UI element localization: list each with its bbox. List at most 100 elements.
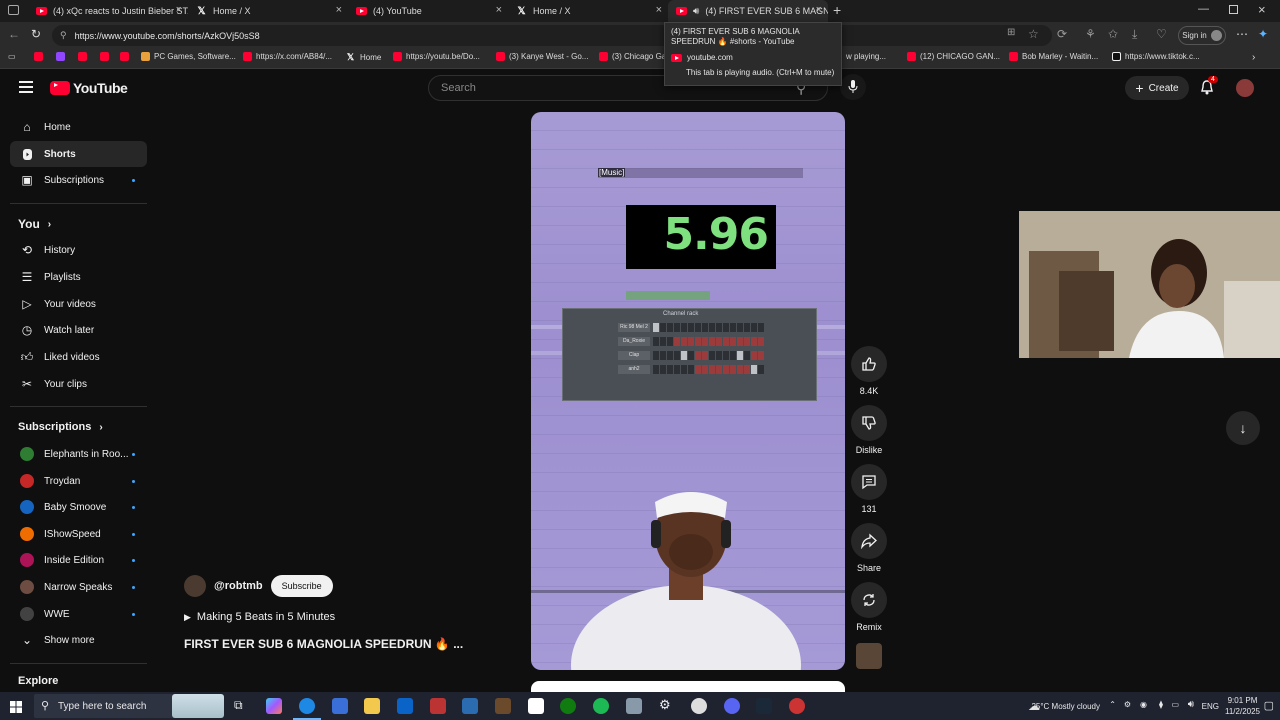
more-menu-icon[interactable]: ⋯ xyxy=(1236,27,1248,41)
bookmark-item[interactable]: https://x.com/AB84/... xyxy=(243,52,332,61)
windows-start-icon[interactable] xyxy=(10,700,22,718)
bookmark-youtube-3[interactable] xyxy=(100,52,109,61)
sidebar-item-shorts[interactable]: Shorts xyxy=(10,141,147,167)
sidebar-item-home[interactable]: ⌂ Home xyxy=(10,114,147,140)
app-icon-red[interactable] xyxy=(430,698,446,714)
playlist-link[interactable]: ▶ Making 5 Beats in 5 Minutes xyxy=(184,611,335,623)
xbox-icon[interactable] xyxy=(560,698,576,714)
store-icon[interactable] xyxy=(332,698,348,714)
heart-icon[interactable]: ♡ xyxy=(1156,27,1167,41)
volume-icon[interactable]: 🔊︎ xyxy=(1188,699,1194,710)
bookmark-item[interactable]: (12) CHICAGO GAN... xyxy=(907,52,1000,61)
notification-center-icon[interactable]: ▢ xyxy=(1264,699,1274,712)
favorites-icon[interactable]: ✩ xyxy=(1108,27,1118,41)
sidebar-item-your-clips[interactable]: ✂ Your clips xyxy=(10,371,147,397)
favorite-star-icon[interactable]: ☆ xyxy=(1028,27,1039,41)
browser-essentials-icon[interactable]: ⚘ xyxy=(1085,27,1096,41)
sidebar-sub-inside-edition[interactable]: Inside Edition xyxy=(10,547,147,573)
refresh-icon[interactable]: ↻ xyxy=(31,27,41,41)
sidebar-sub-wwe[interactable]: WWE xyxy=(10,601,147,627)
create-button[interactable]: + Create xyxy=(1125,76,1189,100)
bookmarks-menu-icon[interactable]: ▭ xyxy=(8,52,16,61)
browser-tab-3[interactable]: (4) YouTube × xyxy=(348,0,508,22)
youtube-logo[interactable]: YouTube xyxy=(50,80,128,96)
account-avatar[interactable] xyxy=(1236,79,1254,97)
sidebar-item-history[interactable]: ⟲ History xyxy=(10,237,147,263)
language-indicator[interactable]: ENG xyxy=(1202,702,1219,711)
close-tab-icon[interactable]: × xyxy=(656,4,662,16)
app-icon-blue[interactable] xyxy=(462,698,478,714)
url-field[interactable]: ⚲ https://www.youtube.com/shorts/AzkOVj5… xyxy=(52,25,1052,46)
outlook-icon[interactable] xyxy=(397,698,413,714)
sidebar-item-playlists[interactable]: ☰ Playlists xyxy=(10,264,147,290)
sidebar-sub-ishowspeed[interactable]: IShowSpeed xyxy=(10,521,147,547)
sidebar-show-more[interactable]: ⌄ Show more xyxy=(10,627,147,653)
hamburger-menu-icon[interactable] xyxy=(19,81,33,93)
tray-app-icon[interactable]: ◉ xyxy=(1140,700,1147,709)
app-icon-white[interactable] xyxy=(691,698,707,714)
browser-tab-4[interactable]: 𝕏 Home / X × xyxy=(508,0,668,22)
tray-app-icon[interactable]: ⚙ xyxy=(1124,700,1131,709)
voice-search-button[interactable] xyxy=(840,74,866,100)
bookmark-item[interactable]: (3) Chicago Ga xyxy=(599,52,666,61)
notifications-button[interactable]: 4 xyxy=(1200,76,1218,100)
app-icon-portrait[interactable] xyxy=(528,698,544,714)
tab-actions-icon[interactable] xyxy=(8,5,19,15)
obs-icon[interactable] xyxy=(789,698,805,714)
chevron-right-icon[interactable]: › xyxy=(1252,52,1255,63)
spotify-icon[interactable] xyxy=(593,698,609,714)
copilot-icon[interactable]: ✦ xyxy=(1258,27,1268,41)
app-available-icon[interactable]: ⊞ xyxy=(1007,27,1015,38)
window-close-icon[interactable]: × xyxy=(1258,2,1266,17)
bookmark-item[interactable]: (3) Kanye West - Go... xyxy=(496,52,588,61)
bookmark-youtube-2[interactable] xyxy=(78,52,87,61)
subscribe-button[interactable]: Subscribe xyxy=(270,575,333,597)
sidebar-sub-troydan[interactable]: Troydan xyxy=(10,468,147,494)
bookmark-youtube-4[interactable] xyxy=(120,52,129,61)
clock[interactable]: 9:01 PM 11/2/2025 xyxy=(1225,695,1260,717)
shorts-video-player[interactable]: [Music] 5.96 Channel rack Ric 98 Mel 2 D… xyxy=(531,112,845,670)
copilot-app-icon[interactable] xyxy=(266,698,282,714)
sign-in-button[interactable]: Sign in xyxy=(1178,26,1226,45)
sidebar-sub-elephants[interactable]: Elephants in Roo... xyxy=(10,441,147,467)
close-tab-icon[interactable]: × xyxy=(336,4,342,16)
next-short-button[interactable]: ↓ xyxy=(1226,411,1260,445)
bookmark-item[interactable]: https://youtu.be/Do... xyxy=(393,52,480,61)
minimize-icon[interactable]: — xyxy=(1198,3,1209,15)
weather-text[interactable]: 25°C Mostly cloudy xyxy=(1031,702,1100,711)
edge-browser-icon[interactable] xyxy=(299,698,315,714)
browser-tab-1[interactable]: (4) xQc reacts to Justin Bieber ST... × xyxy=(28,0,188,22)
channel-avatar[interactable] xyxy=(184,575,206,597)
sidebar-subscriptions-heading[interactable]: Subscriptions › xyxy=(18,421,103,433)
close-tab-icon[interactable]: × xyxy=(816,4,822,16)
new-tab-icon[interactable]: + xyxy=(833,2,841,18)
sidebar-item-subscriptions[interactable]: ▣ Subscriptions xyxy=(10,167,147,193)
bookmark-item[interactable]: 𝕏 Home xyxy=(345,52,381,63)
app-icon-game[interactable] xyxy=(495,698,511,714)
sidebar-item-your-videos[interactable]: ▷ Your videos xyxy=(10,291,147,317)
browser-tab-2[interactable]: 𝕏 Home / X × xyxy=(188,0,348,22)
downloads-icon[interactable]: ⤓ xyxy=(1132,27,1137,42)
close-tab-icon[interactable]: × xyxy=(176,4,182,16)
bookmark-item[interactable]: Bob Marley - Waitin... xyxy=(1009,52,1098,61)
sidebar-sub-baby-smoove[interactable]: Baby Smoove xyxy=(10,494,147,520)
settings-gear-icon[interactable]: ⚙ xyxy=(659,697,671,713)
sidebar-you-heading[interactable]: You › xyxy=(18,217,51,231)
sidebar-item-watch-later[interactable]: ◷ Watch later xyxy=(10,317,147,343)
extensions-icon[interactable]: ⟳ xyxy=(1057,27,1067,41)
bookmark-item[interactable]: PC Games, Software... xyxy=(141,52,236,61)
maximize-icon[interactable] xyxy=(1229,5,1238,14)
network-icon[interactable]: ▭ xyxy=(1171,700,1179,709)
bookmark-youtube-1[interactable] xyxy=(34,52,43,61)
sound-thumbnail[interactable] xyxy=(856,643,882,669)
steam-icon[interactable] xyxy=(756,698,772,714)
browser-tab-5-active[interactable]: 🔊︎ (4) FIRST EVER SUB 6 MAGNO × xyxy=(668,0,828,22)
speaker-icon[interactable]: 🔊︎ xyxy=(693,6,699,17)
like-button[interactable]: 8.4K xyxy=(850,346,888,396)
task-view-icon[interactable]: ⧉ xyxy=(234,698,243,713)
tray-app-icon[interactable]: ⧫ xyxy=(1159,700,1163,709)
channel-name[interactable]: @robtmb xyxy=(214,580,263,592)
site-info-icon[interactable]: ⚲ xyxy=(60,30,67,41)
next-short-preview[interactable] xyxy=(531,681,845,692)
share-button[interactable]: Share xyxy=(850,523,888,573)
